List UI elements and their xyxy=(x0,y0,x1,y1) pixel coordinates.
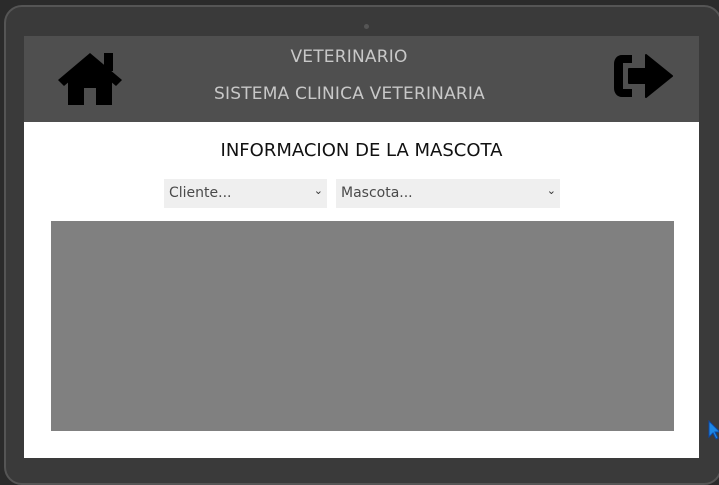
pet-select-value: Mascota... xyxy=(341,185,413,201)
chevron-down-icon: ⌄ xyxy=(546,184,556,197)
logout-button[interactable] xyxy=(612,51,674,101)
app-screen: VETERINARIO SISTEMA CLINICA VETERINARIA … xyxy=(24,36,699,458)
chevron-down-icon: ⌄ xyxy=(313,184,323,197)
client-select[interactable]: Cliente... ⌄ xyxy=(164,179,327,208)
client-select-value: Cliente... xyxy=(169,185,232,201)
camera-dot xyxy=(364,24,369,29)
header-title: VETERINARIO xyxy=(290,47,408,67)
pet-info-panel xyxy=(51,221,674,431)
page-title: INFORMACION DE LA MASCOTA xyxy=(220,140,503,161)
app-header: VETERINARIO SISTEMA CLINICA VETERINARIA xyxy=(24,36,699,122)
header-subtitle: SISTEMA CLINICA VETERINARIA xyxy=(214,84,485,104)
sign-out-icon xyxy=(614,54,673,98)
pet-select[interactable]: Mascota... ⌄ xyxy=(336,179,560,208)
mouse-cursor-icon xyxy=(708,420,719,440)
